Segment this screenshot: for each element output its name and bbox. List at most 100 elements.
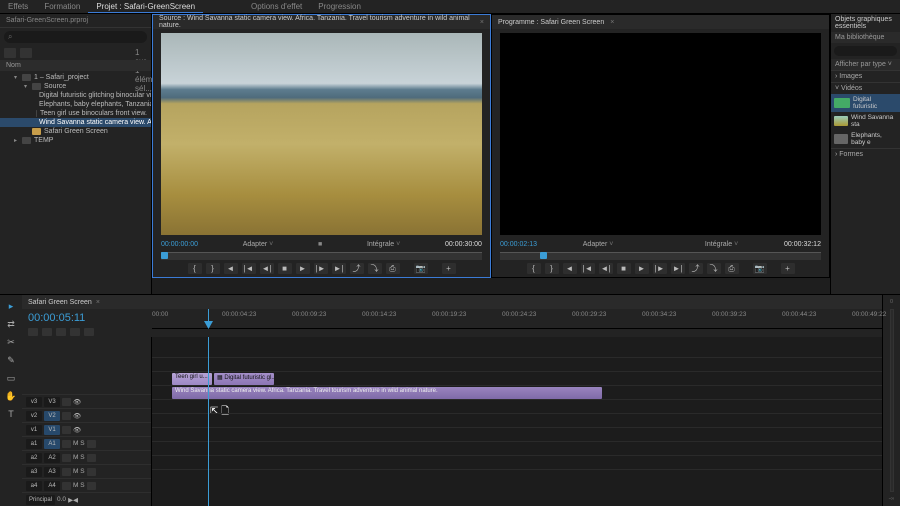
tree-item[interactable]: Teen girl use binoculars front view. bbox=[0, 109, 151, 118]
transport-button[interactable]: } bbox=[545, 263, 559, 274]
close-icon[interactable]: × bbox=[96, 299, 100, 306]
eg-group-images[interactable]: › Images bbox=[831, 70, 900, 82]
tree-item[interactable]: Wind Savanna static camera view. Africa.… bbox=[0, 118, 151, 127]
clip[interactable]: Wind Savanna static camera view. Africa.… bbox=[172, 387, 602, 399]
track-lane[interactable] bbox=[152, 469, 882, 483]
eg-video-item[interactable]: Wind Savanna sta bbox=[831, 112, 900, 130]
transport-button[interactable]: ⤴ bbox=[689, 263, 703, 274]
transport-button[interactable]: |► bbox=[314, 263, 328, 274]
transport-button[interactable]: 📷 bbox=[414, 263, 428, 274]
track-area[interactable]: Teen girl u...▦ Digital futuristic gl...… bbox=[152, 337, 882, 506]
tree-item[interactable]: ▾1 – Safari_project bbox=[0, 73, 151, 82]
transport-button[interactable]: ■ bbox=[617, 263, 631, 274]
tree-item[interactable]: Elephants, baby elephants, Tanzania, Afr… bbox=[0, 100, 151, 109]
tab-training[interactable]: Formation bbox=[36, 0, 88, 13]
close-icon[interactable]: × bbox=[610, 19, 614, 26]
source-playhead[interactable] bbox=[161, 252, 168, 259]
program-tc-left[interactable]: 00:00:02:13 bbox=[500, 241, 537, 248]
bin-icon[interactable] bbox=[4, 48, 16, 58]
eg-video-item[interactable]: Digital futuristic bbox=[831, 94, 900, 112]
track-lane[interactable] bbox=[152, 413, 882, 427]
audio-track-header[interactable]: a1A1M S bbox=[22, 436, 151, 450]
transport-button[interactable]: { bbox=[188, 263, 202, 274]
video-track-header[interactable]: v3V3👁 bbox=[22, 394, 151, 408]
source-tc-left[interactable]: 00:00:00:00 bbox=[161, 241, 198, 248]
audio-track-header[interactable]: a3A3M S bbox=[22, 464, 151, 478]
timeline-ruler[interactable]: 00:0000:00:04:2300:00:09:2300:00:14:2300… bbox=[152, 309, 882, 329]
transport-button[interactable]: ⤴ bbox=[350, 263, 364, 274]
bin-icon[interactable] bbox=[20, 48, 32, 58]
eg-search[interactable] bbox=[834, 46, 897, 56]
eg-video-item[interactable]: Elephants, baby e bbox=[831, 130, 900, 148]
source-scale-dropdown[interactable]: Intégrale bbox=[364, 240, 403, 249]
program-fit-dropdown[interactable]: Adapter bbox=[580, 240, 617, 249]
tool-button[interactable]: ✎ bbox=[4, 353, 18, 367]
transport-button[interactable]: ►| bbox=[332, 263, 346, 274]
playhead[interactable] bbox=[204, 321, 213, 329]
transport-button[interactable]: { bbox=[527, 263, 541, 274]
track-lane[interactable]: Teen girl u...▦ Digital futuristic gl... bbox=[152, 371, 882, 385]
program-ruler[interactable] bbox=[500, 252, 821, 260]
transport-button[interactable]: ► bbox=[635, 263, 649, 274]
transport-button[interactable]: ◄ bbox=[224, 263, 238, 274]
add-button-icon[interactable]: + bbox=[781, 263, 795, 274]
program-scale-dropdown[interactable]: Intégrale bbox=[702, 240, 741, 249]
tool-button[interactable]: ▭ bbox=[4, 371, 18, 385]
transport-button[interactable]: ◄| bbox=[599, 263, 613, 274]
audio-track-header[interactable]: a4A4M S bbox=[22, 478, 151, 492]
tool-button[interactable]: ▸ bbox=[4, 299, 18, 313]
track-lane[interactable] bbox=[152, 357, 882, 371]
tree-item[interactable]: Digital futuristic glitching binocular v… bbox=[0, 91, 151, 100]
source-ruler[interactable] bbox=[161, 252, 482, 260]
add-button-icon[interactable]: + bbox=[442, 263, 456, 274]
tab-effects[interactable]: Effets bbox=[0, 0, 36, 13]
program-viewer[interactable] bbox=[500, 33, 821, 235]
transport-button[interactable]: ►| bbox=[671, 263, 685, 274]
transport-button[interactable]: } bbox=[206, 263, 220, 274]
transport-button[interactable]: ■ bbox=[278, 263, 292, 274]
transport-button[interactable]: ⤵ bbox=[707, 263, 721, 274]
tree-item[interactable]: Safari Green Screen bbox=[0, 127, 151, 136]
eg-group-videos[interactable]: ˅ Vidéos bbox=[831, 82, 900, 94]
video-track-header[interactable]: v2V2👁 bbox=[22, 408, 151, 422]
track-lane[interactable]: Wind Savanna static camera view. Africa.… bbox=[152, 385, 882, 399]
audio-track-header[interactable]: a2A2M S bbox=[22, 450, 151, 464]
transport-button[interactable]: |◄ bbox=[581, 263, 595, 274]
close-icon[interactable]: × bbox=[480, 19, 484, 26]
clip[interactable]: Teen girl u... bbox=[172, 373, 212, 385]
tree-item[interactable]: ▸TEMP bbox=[0, 136, 151, 145]
tab-progression[interactable]: Progression bbox=[310, 0, 369, 13]
column-name-header[interactable]: Nom bbox=[0, 60, 151, 71]
transport-button[interactable]: ► bbox=[296, 263, 310, 274]
tool-button[interactable]: ✋ bbox=[4, 389, 18, 403]
track-lane[interactable] bbox=[152, 455, 882, 469]
track-lane[interactable] bbox=[152, 427, 882, 441]
clip[interactable]: ▦ Digital futuristic gl... bbox=[214, 373, 274, 385]
transport-button[interactable]: |► bbox=[653, 263, 667, 274]
eg-library[interactable]: Ma bibliothèque bbox=[831, 32, 900, 43]
transport-button[interactable]: ⤵ bbox=[368, 263, 382, 274]
eg-group-formes[interactable]: › Formes bbox=[831, 148, 900, 160]
timeline-tab[interactable]: Safari Green Screen bbox=[28, 299, 92, 306]
transport-button[interactable]: ⎙ bbox=[725, 263, 739, 274]
transport-button[interactable]: 📷 bbox=[753, 263, 767, 274]
track-lane[interactable] bbox=[152, 399, 882, 413]
master-track-header[interactable]: Principal0.0▶◀ bbox=[22, 492, 151, 506]
source-viewer[interactable] bbox=[161, 33, 482, 235]
tab-project[interactable]: Projet : Safari-GreenScreen bbox=[88, 0, 203, 13]
tool-button[interactable]: ✂ bbox=[4, 335, 18, 349]
tree-item[interactable]: ▾Source bbox=[0, 82, 151, 91]
project-search-input[interactable] bbox=[4, 31, 147, 43]
track-lane[interactable] bbox=[152, 441, 882, 455]
eg-filter[interactable]: Afficher par type ˅ bbox=[831, 59, 900, 70]
transport-button[interactable]: |◄ bbox=[242, 263, 256, 274]
video-track-header[interactable]: v1V1👁 bbox=[22, 422, 151, 436]
program-playhead[interactable] bbox=[540, 252, 547, 259]
source-fit-dropdown[interactable]: Adapter bbox=[240, 240, 277, 249]
tool-button[interactable]: ⇄ bbox=[4, 317, 18, 331]
transport-button[interactable]: ◄| bbox=[260, 263, 274, 274]
tab-effect-options[interactable]: Options d'effet bbox=[243, 0, 310, 13]
timeline-timecode[interactable]: 00:00:05:11 bbox=[22, 309, 152, 327]
transport-button[interactable]: ⎙ bbox=[386, 263, 400, 274]
tool-button[interactable]: T bbox=[4, 407, 18, 421]
